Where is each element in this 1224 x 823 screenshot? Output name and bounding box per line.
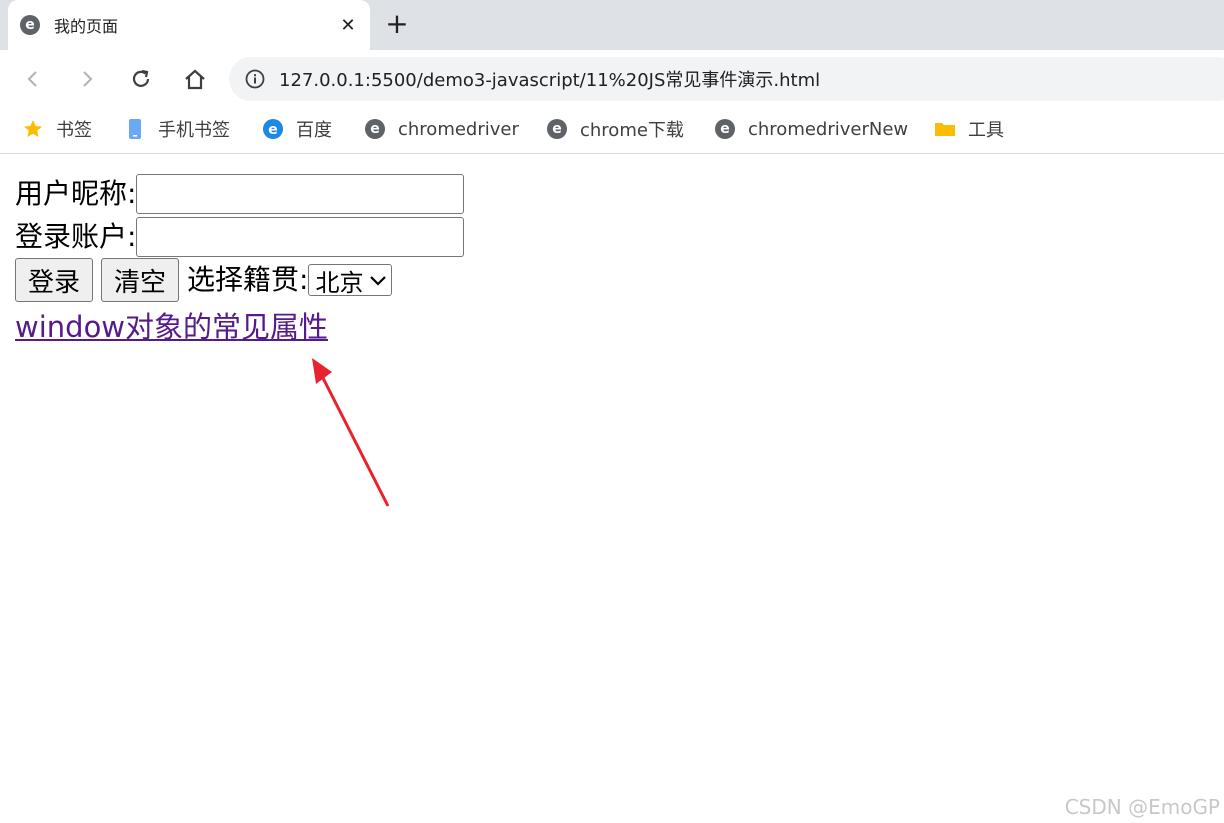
bookmark-item[interactable]: e 百度	[262, 116, 332, 142]
bookmark-item[interactable]: 手机书签	[124, 116, 230, 142]
bookmark-label: 工具	[968, 120, 1004, 141]
folder-icon	[934, 118, 956, 140]
reload-icon	[132, 69, 150, 87]
bookmark-item[interactable]: e chrome下载	[546, 116, 684, 142]
bookmark-label: chromedriver	[398, 118, 519, 140]
forward-arrow-icon	[83, 71, 93, 87]
nickname-input[interactable]	[136, 174, 465, 214]
bookmark-label: 手机书签	[158, 120, 230, 141]
origin-selected-value: 北京	[315, 268, 364, 297]
nickname-label: 用户昵称:	[15, 177, 137, 210]
home-button[interactable]	[180, 64, 210, 94]
page-favicon-icon: e	[20, 15, 40, 35]
baidu-icon: e	[262, 118, 284, 140]
address-url: 127.0.0.1:5500/demo3-javascript/11%20JS常…	[279, 70, 821, 91]
bookmark-label: chromedriverNew	[748, 118, 909, 140]
address-bar[interactable]: 127.0.0.1:5500/demo3-javascript/11%20JS常…	[229, 57, 1224, 101]
watermark: CSDN @EmoGP	[1064, 795, 1220, 819]
info-icon[interactable]	[245, 69, 265, 89]
chrome-icon: e	[714, 118, 736, 140]
window-properties-link[interactable]: window对象的常见属性	[15, 304, 328, 346]
back-button[interactable]	[18, 64, 48, 94]
back-arrow-icon	[27, 71, 37, 87]
actions-row: 登录 清空 选择籍贯: 北京	[15, 258, 393, 302]
bookmark-item[interactable]: e chromedriverNew	[714, 116, 908, 142]
nickname-row: 用户昵称:	[15, 174, 465, 214]
tab-title: 我的页面	[54, 17, 119, 36]
phone-icon	[124, 118, 146, 140]
close-tab-icon[interactable]: ✕	[336, 15, 360, 36]
origin-select[interactable]: 北京	[308, 264, 393, 297]
login-button[interactable]: 登录	[15, 258, 94, 302]
link-row: window对象的常见属性	[15, 304, 328, 346]
chrome-icon: e	[546, 118, 568, 140]
account-row: 登录账户:	[15, 217, 465, 257]
bookmark-label: chrome下载	[580, 120, 684, 141]
account-label: 登录账户:	[15, 220, 137, 253]
reload-button[interactable]	[126, 64, 156, 94]
bookmark-item[interactable]: 工具	[934, 116, 1004, 142]
new-tab-button[interactable]: +	[382, 10, 412, 40]
origin-label: 选择籍贯:	[187, 263, 309, 296]
forward-button[interactable]	[72, 64, 102, 94]
star-icon	[22, 118, 44, 140]
bookmark-label: 书签	[56, 120, 92, 141]
chrome-icon: e	[364, 118, 386, 140]
browser-toolbar: 127.0.0.1:5500/demo3-javascript/11%20JS常…	[0, 50, 1224, 106]
svg-text:e: e	[268, 122, 278, 138]
bookmark-item[interactable]: e chromedriver	[364, 116, 519, 142]
clear-button[interactable]: 清空	[101, 258, 180, 302]
bookmarks-bar: 书签 手机书签 e 百度 e chromedriver e chrome下载 e…	[0, 106, 1224, 154]
home-icon	[185, 69, 205, 90]
browser-tab[interactable]: e 我的页面 ✕	[8, 0, 370, 50]
tab-strip: e 我的页面 ✕ +	[0, 0, 1224, 50]
chevron-down-icon	[370, 276, 387, 286]
bookmark-item[interactable]: 书签	[22, 116, 92, 142]
bookmark-label: 百度	[296, 120, 332, 141]
account-input[interactable]	[136, 217, 465, 257]
